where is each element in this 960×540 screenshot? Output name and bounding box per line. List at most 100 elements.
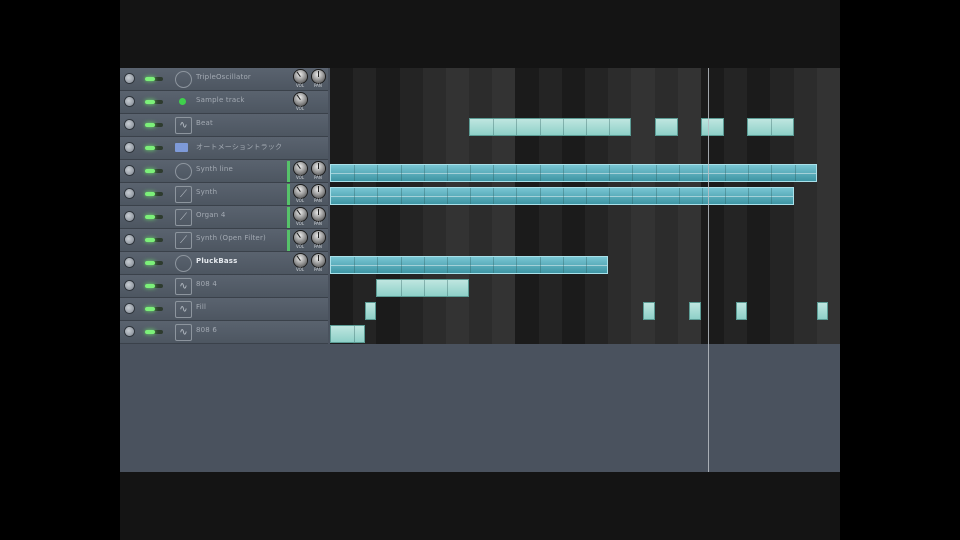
bar-cell[interactable] [399, 91, 424, 114]
bar-cell[interactable] [422, 298, 447, 321]
bar-cell[interactable] [700, 275, 725, 298]
track-header[interactable]: Fill [120, 298, 328, 321]
bar-cell[interactable] [631, 206, 656, 229]
pattern-clip[interactable] [330, 256, 609, 274]
bar-cell[interactable] [631, 91, 656, 114]
track-name[interactable]: 808 6 [196, 326, 217, 334]
activity-led[interactable] [145, 238, 163, 242]
bar-cell[interactable] [793, 275, 818, 298]
bar-cell[interactable] [770, 206, 795, 229]
bar-cell[interactable] [538, 275, 563, 298]
bar-cell[interactable] [747, 321, 771, 344]
bar-cell[interactable] [422, 91, 447, 114]
bar-cell[interactable] [608, 298, 632, 321]
track-header[interactable]: Organ 4 VOL PAN [120, 206, 328, 229]
folder-icon[interactable] [175, 143, 188, 152]
bar-cell[interactable] [654, 229, 679, 252]
bar-cell[interactable] [631, 252, 656, 275]
bar-cell[interactable] [422, 229, 447, 252]
bar-cell[interactable] [515, 206, 540, 229]
bar-cell[interactable] [631, 137, 656, 160]
bar-cell[interactable] [816, 114, 840, 137]
bar-cell[interactable] [399, 68, 424, 91]
bar-cell[interactable] [376, 321, 401, 344]
bar-cell[interactable] [793, 298, 818, 321]
track-name[interactable]: TripleOscillator [196, 73, 251, 81]
pattern-clip[interactable] [364, 302, 377, 320]
volume-knob-icon[interactable] [294, 162, 307, 175]
track-timeline[interactable] [330, 229, 840, 252]
slider-icon[interactable] [175, 232, 192, 249]
track-name[interactable]: Sample track [196, 96, 245, 104]
bar-cell[interactable] [747, 206, 771, 229]
track-header[interactable]: Beat [120, 114, 328, 137]
bar-cell[interactable] [515, 321, 540, 344]
bar-cell[interactable] [330, 229, 354, 252]
bar-cell[interactable] [747, 68, 771, 91]
bar-cell[interactable] [677, 91, 702, 114]
round-icon[interactable] [175, 163, 192, 180]
bar-cell[interactable] [747, 229, 771, 252]
bar-cell[interactable] [376, 206, 401, 229]
bar-cell[interactable] [330, 114, 354, 137]
bar-cell[interactable] [538, 298, 563, 321]
bar-cell[interactable] [654, 275, 679, 298]
bar-cell[interactable] [816, 68, 840, 91]
round-icon[interactable] [175, 71, 192, 88]
bar-cell[interactable] [445, 298, 470, 321]
activity-led[interactable] [145, 215, 163, 219]
bar-cell[interactable] [492, 275, 516, 298]
track-header[interactable]: 808 4 [120, 275, 328, 298]
bar-cell[interactable] [515, 91, 540, 114]
bar-cell[interactable] [793, 321, 818, 344]
track-timeline[interactable] [330, 206, 840, 229]
bar-cell[interactable] [770, 68, 795, 91]
bar-cell[interactable] [469, 275, 493, 298]
bar-cell[interactable] [608, 229, 632, 252]
bar-cell[interactable] [724, 229, 748, 252]
playhead-line[interactable] [707, 68, 709, 472]
bar-cell[interactable] [376, 137, 401, 160]
pattern-clip[interactable] [747, 118, 794, 136]
bar-cell[interactable] [793, 206, 818, 229]
activity-led[interactable] [145, 330, 163, 334]
bar-cell[interactable] [561, 229, 586, 252]
track-name[interactable]: オートメーショントラック [196, 142, 282, 152]
bar-cell[interactable] [561, 206, 586, 229]
bar-cell[interactable] [330, 91, 354, 114]
bar-cell[interactable] [376, 91, 401, 114]
bar-cell[interactable] [770, 321, 795, 344]
bar-cell[interactable] [469, 137, 493, 160]
bar-cell[interactable] [538, 229, 563, 252]
bar-cell[interactable] [816, 229, 840, 252]
bar-cell[interactable] [700, 137, 725, 160]
pattern-clip[interactable] [735, 302, 748, 320]
pattern-clip[interactable] [330, 187, 794, 205]
pattern-clip[interactable] [330, 164, 817, 182]
track-timeline[interactable] [330, 275, 840, 298]
volume-knob-icon[interactable] [294, 185, 307, 198]
volume-knob-icon[interactable] [294, 208, 307, 221]
bar-cell[interactable] [445, 91, 470, 114]
track-timeline[interactable] [330, 252, 840, 275]
bar-cell[interactable] [770, 91, 795, 114]
bar-cell[interactable] [585, 298, 609, 321]
bar-cell[interactable] [330, 68, 354, 91]
bar-cell[interactable] [747, 298, 771, 321]
bar-cell[interactable] [724, 252, 748, 275]
bar-cell[interactable] [422, 206, 447, 229]
bar-cell[interactable] [724, 321, 748, 344]
bar-cell[interactable] [770, 137, 795, 160]
bar-cell[interactable] [608, 206, 632, 229]
bar-cell[interactable] [515, 275, 540, 298]
bar-cell[interactable] [816, 183, 840, 206]
bar-cell[interactable] [724, 137, 748, 160]
bar-cell[interactable] [422, 137, 447, 160]
mute-button[interactable] [125, 212, 134, 221]
bar-cell[interactable] [585, 275, 609, 298]
bar-cell[interactable] [700, 229, 725, 252]
bar-cell[interactable] [770, 229, 795, 252]
bar-cell[interactable] [469, 298, 493, 321]
bar-cell[interactable] [538, 321, 563, 344]
bar-cell[interactable] [677, 321, 702, 344]
